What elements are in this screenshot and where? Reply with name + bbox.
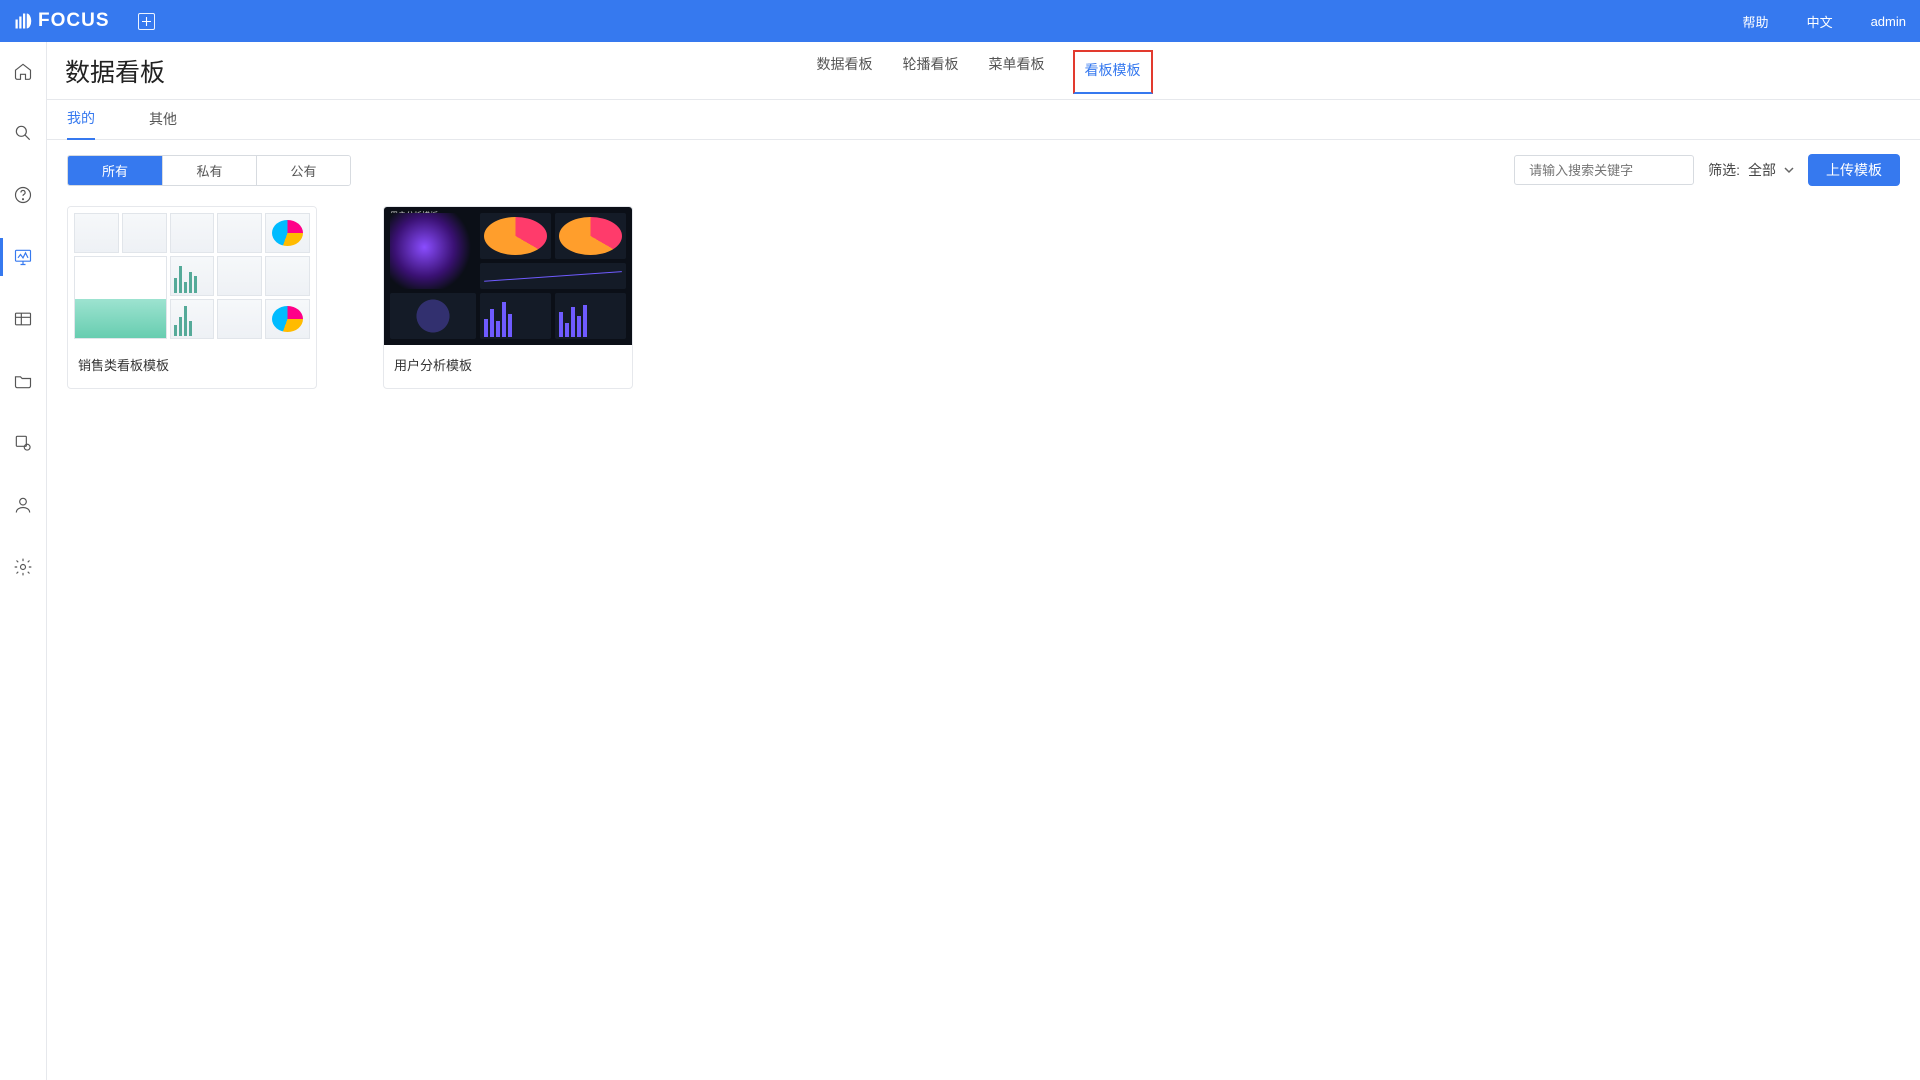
brand-text: FOCUS [38,10,110,32]
template-card[interactable]: 用户分析模板 用户分析模板 [383,206,633,389]
filter-select[interactable]: 筛选: 全部 [1708,160,1794,180]
help-icon [13,185,33,205]
rail-dashboard[interactable] [0,244,47,270]
user-menu[interactable]: admin [1871,14,1906,29]
rail-search[interactable] [0,120,47,146]
upload-template-button[interactable]: 上传模板 [1808,154,1900,186]
main: 数据看板 数据看板 轮播看板 菜单看板 看板模板 我的 其他 所有 私有 公有 [47,42,1920,1080]
visibility-segment: 所有 私有 公有 [67,155,351,186]
gear-icon [13,557,33,577]
template-card[interactable]: 销售类看板模板 [67,206,317,389]
home-icon [13,61,33,81]
search-box[interactable] [1514,155,1694,185]
rail-help[interactable] [0,182,47,208]
tab-dashboard-template[interactable]: 看板模板 [1073,50,1153,94]
titlebar: 数据看板 数据看板 轮播看板 菜单看板 看板模板 [47,42,1920,100]
filter-label: 筛选: [1708,160,1740,180]
user-icon [13,495,33,515]
topbar: FOCUS 帮助 中文 admin [0,0,1920,42]
left-rail [0,42,47,1080]
segment-public[interactable]: 公有 [256,156,350,185]
lang-toggle[interactable]: 中文 [1807,12,1833,31]
new-button[interactable] [138,13,155,30]
logo[interactable]: FOCUS [14,10,110,32]
template-thumbnail [68,207,316,345]
tab-carousel-dashboard[interactable]: 轮播看板 [901,48,961,94]
tab-menu-dashboard[interactable]: 菜单看板 [987,48,1047,94]
segment-all[interactable]: 所有 [68,156,162,185]
template-grid: 销售类看板模板 用户分析模板 用户分析模板 [47,200,1920,395]
tab-data-dashboard[interactable]: 数据看板 [815,48,875,94]
rail-component[interactable] [0,430,47,456]
help-link[interactable]: 帮助 [1743,12,1769,31]
template-name: 用户分析模板 [384,345,632,388]
search-icon [13,123,33,143]
segment-private[interactable]: 私有 [162,156,256,185]
chevron-down-icon [1784,165,1794,175]
toolbar: 所有 私有 公有 筛选: 全部 上传模板 [47,140,1920,200]
folder-icon [13,371,33,391]
rail-user[interactable] [0,492,47,518]
plus-icon [142,17,151,26]
component-icon [13,433,33,453]
rail-settings[interactable] [0,554,47,580]
template-name: 销售类看板模板 [68,345,316,388]
rail-table[interactable] [0,306,47,332]
logo-icon [14,12,32,30]
nav-tabs: 数据看板 轮播看板 菜单看板 看板模板 [815,48,1153,94]
subtab-mine[interactable]: 我的 [67,108,95,140]
table-icon [13,309,33,329]
sub-tabs: 我的 其他 [47,100,1920,140]
filter-value: 全部 [1748,160,1776,180]
dashboard-icon [13,247,33,267]
rail-home[interactable] [0,58,47,84]
subtab-other[interactable]: 其他 [149,109,177,139]
page-title: 数据看板 [65,53,165,89]
template-thumbnail: 用户分析模板 [384,207,632,345]
search-input[interactable] [1529,163,1705,178]
rail-folder[interactable] [0,368,47,394]
